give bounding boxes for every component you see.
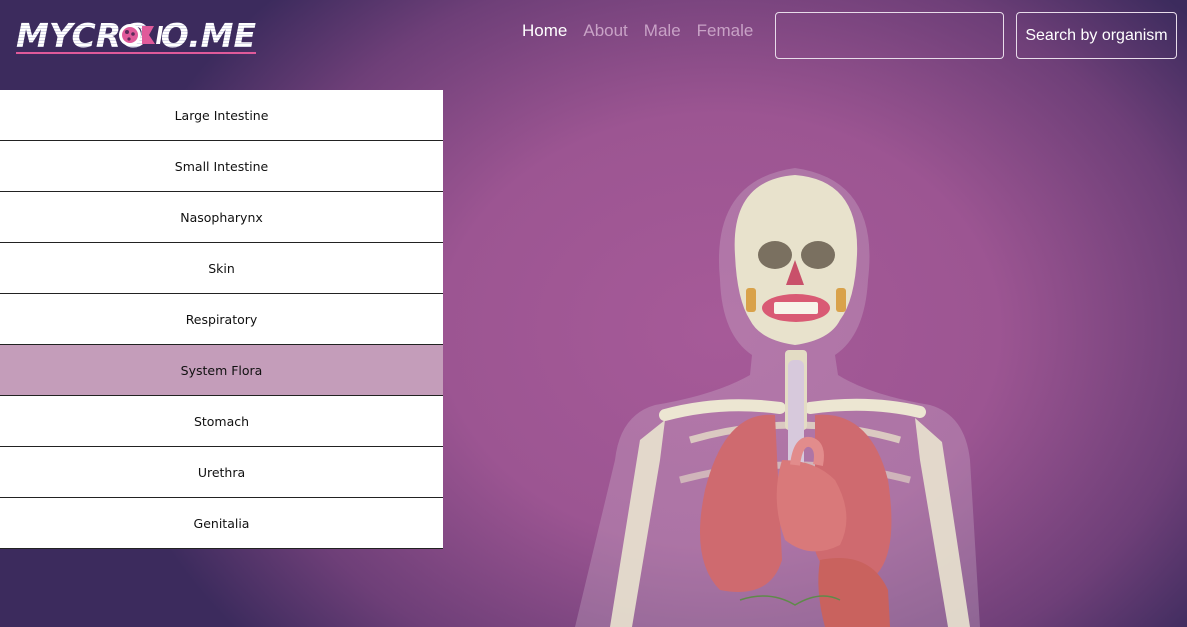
sidebar-item-urethra[interactable]: Urethra bbox=[0, 447, 443, 498]
right-clavicle bbox=[804, 398, 926, 418]
sidebar-item-respiratory[interactable]: Respiratory bbox=[0, 294, 443, 345]
jaw-muscle-right bbox=[836, 288, 846, 312]
sidebar-item-system-flora[interactable]: System Flora bbox=[0, 345, 443, 396]
body-region-list: Large Intestine Small Intestine Nasophar… bbox=[0, 90, 443, 549]
search-input[interactable] bbox=[775, 12, 1004, 59]
header: MYCRO O.ME Home About Male Female Search… bbox=[0, 0, 1187, 70]
teeth bbox=[774, 302, 818, 314]
nav-female[interactable]: Female bbox=[697, 20, 754, 42]
left-eye-socket bbox=[758, 241, 792, 269]
sidebar-item-stomach[interactable]: Stomach bbox=[0, 396, 443, 447]
anatomy-model[interactable] bbox=[570, 160, 1010, 627]
sidebar-item-genitalia[interactable]: Genitalia bbox=[0, 498, 443, 549]
search-by-organism-button[interactable]: Search by organism bbox=[1016, 12, 1177, 59]
nav-about[interactable]: About bbox=[583, 20, 627, 42]
main-nav: Home About Male Female bbox=[522, 20, 753, 42]
jaw-muscle-left bbox=[746, 288, 756, 312]
right-eye-socket bbox=[801, 241, 835, 269]
nav-home[interactable]: Home bbox=[522, 20, 567, 42]
sidebar-item-skin[interactable]: Skin bbox=[0, 243, 443, 294]
sidebar-item-small-intestine[interactable]: Small Intestine bbox=[0, 141, 443, 192]
site-logo[interactable]: MYCRO O.ME bbox=[14, 14, 262, 56]
sidebar-item-nasopharynx[interactable]: Nasopharynx bbox=[0, 192, 443, 243]
sidebar-item-large-intestine[interactable]: Large Intestine bbox=[0, 90, 443, 141]
nav-male[interactable]: Male bbox=[644, 20, 681, 42]
